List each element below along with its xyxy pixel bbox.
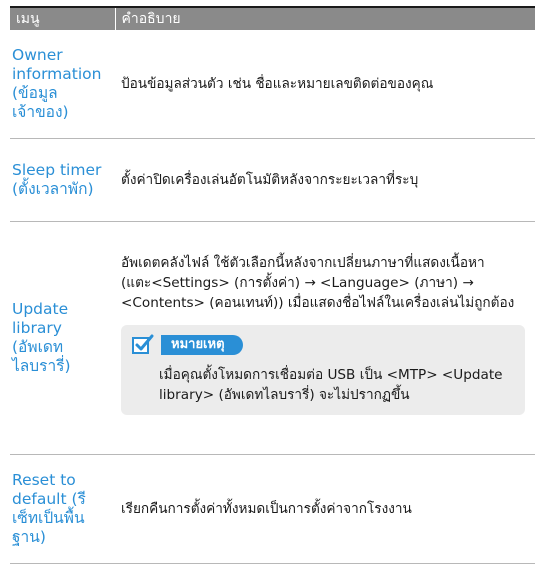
menu-description: ป้อนข้อมูลส่วนตัว เช่น ชื่อและหมายเลขติด… [115,30,535,139]
page: เมนู คำอธิบาย Owner information (ข้อมูลเ… [0,0,541,564]
table-row-reset-to-default: Reset to default (รีเซ็ทเป็นพื้นฐาน) เรี… [10,454,535,564]
table-row-sleep-timer: Sleep timer (ตั้งเวลาพัก) ตั้งค่าปิดเครื… [10,138,535,222]
menu-description-cell: อัพเดตคลังไฟล์ ใช้ตัวเลือกนี้หลังจากเปลี… [115,221,535,455]
menu-description: เรียกคืนการตั้งค่าทั้งหมดเป็นการตั้งค่าจ… [115,454,535,564]
menu-description: ตั้งค่าปิดเครื่องเล่นอัตโนมัติหลังจากระย… [115,138,535,222]
table-row-update-library: Update library (อัพเดทไลบรารี่) อัพเดตคล… [10,221,535,455]
menu-description: อัพเดตคลังไฟล์ ใช้ตัวเลือกนี้หลังจากเปลี… [121,255,515,311]
note-check-icon [132,334,154,354]
menu-name: Reset to default (รีเซ็ทเป็นพื้นฐาน) [10,454,115,564]
menu-description-table: เมนู คำอธิบาย Owner information (ข้อมูลเ… [10,6,535,564]
note-box: หมายเหตุ เมื่อคุณตั้งโหมดการเชื่อมต่อ US… [121,325,525,415]
menu-name: Owner information (ข้อมูลเจ้าของ) [10,30,115,139]
table-header-row: เมนู คำอธิบาย [10,6,535,30]
note-text: เมื่อคุณตั้งโหมดการเชื่อมต่อ USB เป็น <M… [159,367,503,403]
header-description: คำอธิบาย [114,6,535,30]
note-header: หมายเหตุ [131,333,515,357]
menu-name: Sleep timer (ตั้งเวลาพัก) [10,138,115,222]
menu-name: Update library (อัพเดทไลบรารี่) [10,221,115,455]
note-label: หมายเหตุ [161,335,243,355]
header-menu: เมนู [10,6,115,30]
table-row-owner-information: Owner information (ข้อมูลเจ้าของ) ป้อนข้… [10,30,535,139]
